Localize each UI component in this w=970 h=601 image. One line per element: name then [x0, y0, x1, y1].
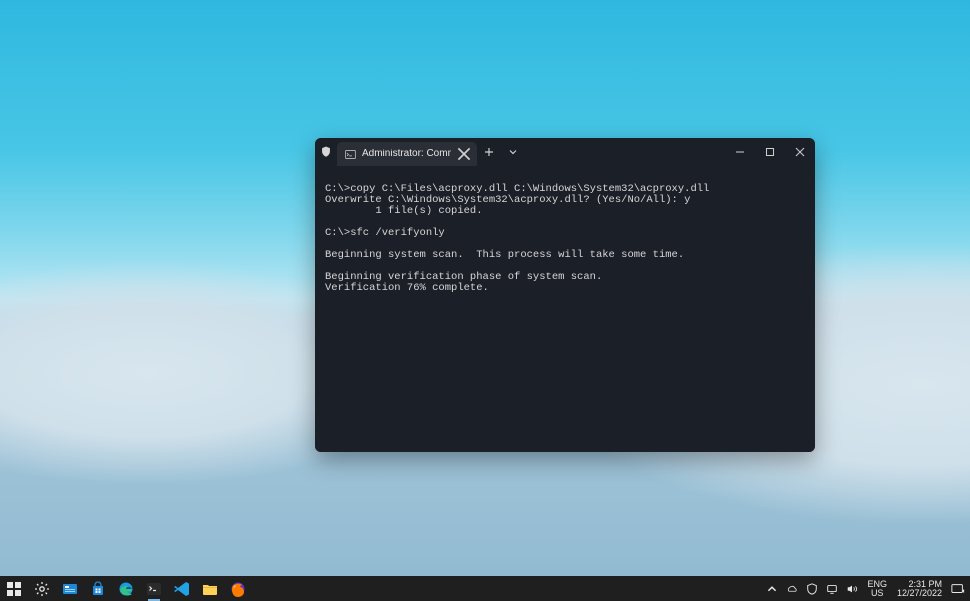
tab-command-prompt[interactable]: Administrator: Command Pror [337, 142, 477, 166]
security-icon [806, 583, 818, 595]
taskbar-vscode[interactable] [168, 576, 196, 601]
chevron-up-icon [766, 583, 778, 595]
close-button[interactable] [785, 138, 815, 166]
vscode-icon [174, 581, 190, 597]
tray-overflow[interactable] [763, 576, 781, 601]
tab-close-button[interactable] [457, 147, 471, 161]
plus-icon [484, 147, 494, 157]
edge-icon [118, 581, 134, 597]
terminal-line: C:\>sfc /verifyonly [325, 227, 445, 239]
minimize-button[interactable] [725, 138, 755, 166]
processes-icon [62, 581, 78, 597]
tray-volume[interactable] [843, 576, 861, 601]
terminal-window: Administrator: Command Pror [315, 138, 815, 452]
desktop: Administrator: Command Pror [0, 0, 970, 601]
maximize-button[interactable] [755, 138, 785, 166]
minimize-icon [735, 147, 745, 157]
taskbar-processes[interactable] [56, 576, 84, 601]
explorer-icon [202, 581, 218, 597]
tray-network[interactable] [823, 576, 841, 601]
network-icon [826, 583, 838, 595]
terminal-line: 1 file(s) copied. [325, 205, 483, 217]
cmd-icon [345, 149, 356, 160]
taskbar-firefox[interactable] [224, 576, 252, 601]
clock[interactable]: 2:31 PM 12/27/2022 [893, 576, 946, 601]
tray-onedrive[interactable] [783, 576, 801, 601]
tab-title: Administrator: Command Pror [362, 149, 451, 159]
taskbar-edge[interactable] [112, 576, 140, 601]
chevron-down-icon [508, 147, 518, 157]
terminal-line: Beginning system scan. This process will… [325, 249, 684, 261]
terminal-line: Verification 76% complete. [325, 282, 489, 294]
taskbar-file-explorer[interactable] [196, 576, 224, 601]
store-icon [90, 581, 106, 597]
titlebar[interactable]: Administrator: Command Pror [315, 138, 815, 166]
tab-dropdown-button[interactable] [501, 138, 525, 166]
start-icon [6, 581, 22, 597]
admin-shield [315, 138, 337, 166]
terminal-icon [146, 581, 162, 597]
notifications-icon [951, 583, 965, 595]
taskbar-terminal[interactable] [140, 576, 168, 601]
new-tab-button[interactable] [477, 138, 501, 166]
clock-date: 12/27/2022 [897, 589, 942, 598]
close-icon [457, 147, 471, 161]
volume-icon [846, 583, 858, 595]
titlebar-drag-area[interactable] [525, 138, 725, 166]
notifications-button[interactable] [948, 576, 968, 601]
gear-icon [34, 581, 50, 597]
maximize-icon [765, 147, 775, 157]
language-indicator[interactable]: ENG US [863, 576, 891, 601]
taskbar-store[interactable] [84, 576, 112, 601]
taskbar-settings[interactable] [28, 576, 56, 601]
firefox-icon [230, 581, 246, 597]
lang-secondary: US [871, 589, 884, 598]
terminal-output[interactable]: C:\>copy C:\Files\acproxy.dll C:\Windows… [315, 166, 815, 452]
shield-icon [320, 146, 332, 158]
taskbar: ENG US 2:31 PM 12/27/2022 [0, 576, 970, 601]
start-button[interactable] [0, 576, 28, 601]
onedrive-icon [786, 583, 798, 595]
tray-security[interactable] [803, 576, 821, 601]
close-icon [795, 147, 805, 157]
